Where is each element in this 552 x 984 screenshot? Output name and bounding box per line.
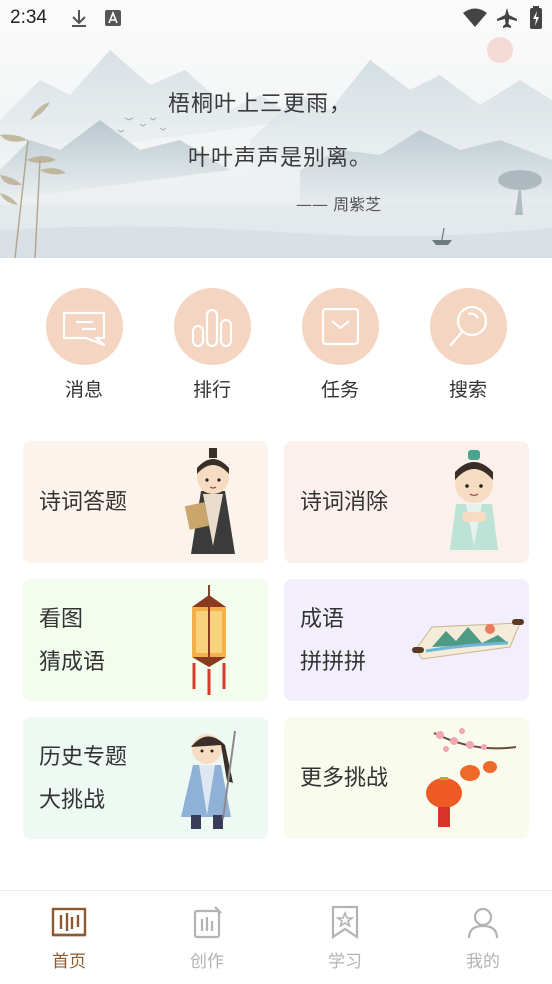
nav-home[interactable]: 首页 [24,905,114,972]
quick-actions: 消息 排行 任务 搜索 [0,288,552,408]
card-guess-idiom[interactable]: 看图 猜成语 [23,579,268,701]
card-title: 诗词答题 [39,490,128,515]
quick-label-task: 任务 [320,379,359,401]
download-icon [72,10,86,27]
quick-label-search: 搜索 [448,379,487,401]
card-title: 更多挑战 [300,766,389,791]
study-bookmark-icon [331,905,359,940]
home-book-icon [51,907,87,937]
nav-study[interactable]: 学习 [300,905,390,972]
card-idiom-puzzle[interactable]: 成语 拼拼拼 [284,579,529,701]
app-notification-icon [105,10,121,26]
quick-item-search[interactable]: 搜索 [418,288,518,402]
nav-label-home: 首页 [52,952,86,972]
card-title: 诗词消除 [300,490,389,515]
poem-author: —— 周紫芝 [296,195,382,214]
scholar-illustration [184,448,235,554]
nav-create[interactable]: 创作 [162,905,252,972]
hero-banner: 梧桐叶上三更雨， 叶叶声声是别离。 —— 周紫芝 [0,0,552,258]
quick-item-task[interactable]: 任务 [290,288,390,402]
search-icon [429,288,507,365]
nav-label-study: 学习 [328,952,362,972]
nav-profile[interactable]: 我的 [438,905,528,972]
card-title-line-2: 大挑战 [39,788,106,813]
status-time: 2:34 [10,7,47,28]
landscape-scroll-illustration [412,619,524,660]
warrior-illustration [181,730,236,829]
nav-label-profile: 我的 [466,952,500,972]
quick-item-message[interactable]: 消息 [34,288,134,402]
quick-label-message: 消息 [64,379,103,401]
card-poem-eliminate[interactable]: 诗词消除 [284,441,529,563]
card-title-line-2: 猜成语 [39,650,106,675]
poem-line-1: 梧桐叶上三更雨， [168,92,353,117]
card-history-challenge[interactable]: 历史专题 大挑战 [23,717,268,839]
create-pen-icon [193,906,222,939]
task-icon [301,288,379,365]
festival-lanterns-illustration [426,728,517,827]
profile-user-icon [467,907,499,939]
airplane-icon [497,8,517,28]
card-poem-quiz[interactable]: 诗词答题 [23,441,268,563]
card-title-line-1: 成语 [300,607,345,632]
wifi-icon [463,8,487,27]
bottom-nav: 首页 创作 学习 我的 [0,890,552,984]
boy-scholar-illustration [450,450,498,550]
card-title-line-1: 看图 [39,607,84,632]
battery-charging-icon [530,6,542,29]
message-icon [45,288,123,365]
landscape-painting [0,37,552,258]
card-more-challenges[interactable]: 更多挑战 [284,717,529,839]
poem-line-2: 叶叶声声是别离。 [188,146,373,171]
lantern-illustration [192,585,226,695]
nav-label-create: 创作 [190,952,224,972]
card-title-line-1: 历史专题 [39,745,128,770]
ranking-icon [173,288,251,365]
quick-item-ranking[interactable]: 排行 [162,288,262,402]
status-bar: 2:34 [0,0,552,36]
card-title-line-2: 拼拼拼 [300,650,367,675]
quick-label-ranking: 排行 [192,379,231,401]
